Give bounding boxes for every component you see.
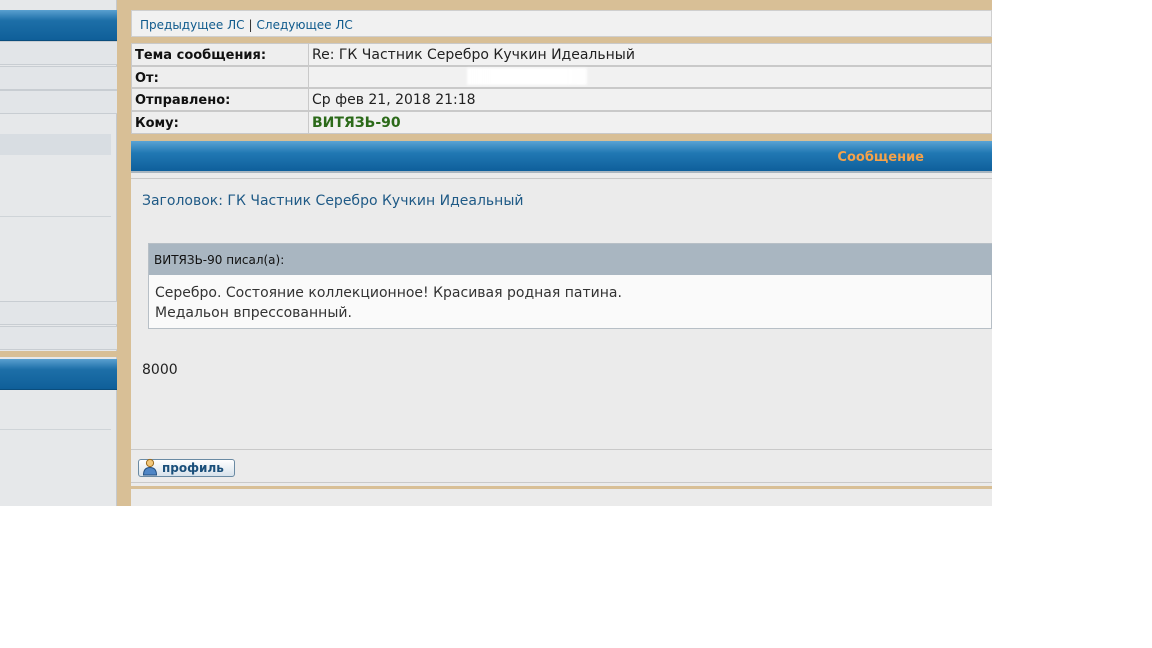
forum-frame: Предыдущее ЛС | Следующее ЛС Тема сообщени… — [0, 0, 992, 506]
sidebar-item-selected[interactable] — [0, 134, 111, 155]
profile-button[interactable]: профиль — [138, 458, 235, 477]
message-subject: Заголовок: ГК Частник Серебро Кучкин Иде… — [142, 193, 524, 209]
prev-pm-link[interactable]: Предыдущее ЛС — [140, 18, 244, 32]
sent-value: Ср фев 21, 2018 21:18 — [309, 88, 992, 111]
from-row: От: — [131, 66, 992, 89]
quote-author: ВИТЯЗЬ-90 писал(а): — [154, 253, 285, 267]
sidebar-item[interactable] — [0, 301, 117, 325]
sidebar-item[interactable] — [0, 326, 117, 350]
sidebar-header — [0, 10, 117, 41]
redacted-sender — [467, 68, 587, 85]
profile-button-label: профиль — [162, 461, 224, 475]
quote-block: ВИТЯЗЬ-90 писал(а): Серебро. Состояние к… — [148, 243, 992, 329]
sent-row: Отправлено: Ср фев 21, 2018 21:18 — [131, 88, 992, 111]
quote-text: Серебро. Состояние коллекционное! Красив… — [155, 283, 622, 323]
sidebar — [0, 0, 117, 506]
divider-strip — [131, 134, 992, 141]
quote-line: Серебро. Состояние коллекционное! Красив… — [155, 285, 622, 301]
quote-header: ВИТЯЗЬ-90 писал(а): — [149, 244, 992, 275]
message-text: 8000 — [142, 362, 178, 378]
to-row: Кому: ВИТЯЗЬ-90 — [131, 111, 992, 134]
subject-row: Тема сообщения: Re: ГК Частник Серебро К… — [131, 43, 992, 66]
pm-navigation: Предыдущее ЛС | Следующее ЛС — [131, 10, 992, 37]
quote-line: Медальон впрессованный. — [155, 305, 352, 321]
next-message-edge — [131, 486, 992, 506]
user-icon — [142, 458, 158, 476]
recipient-link[interactable]: ВИТЯЗЬ-90 — [309, 111, 992, 134]
from-value — [309, 66, 992, 88]
message-footer: профиль — [131, 449, 992, 483]
message-bar-title: Сообщение — [837, 150, 924, 165]
message-body: Заголовок: ГК Частник Серебро Кучкин Иде… — [131, 178, 992, 449]
sidebar-divider — [0, 216, 111, 217]
nav-separator: | — [248, 18, 253, 32]
message-panel: Предыдущее ЛС | Следующее ЛС Тема сообщени… — [131, 10, 992, 506]
subject-value: Re: ГК Частник Серебро Кучкин Идеальный — [309, 43, 992, 66]
sidebar-panel-top — [0, 0, 117, 351]
sidebar-item[interactable] — [0, 41, 117, 65]
sidebar-panel-bottom — [0, 357, 117, 506]
sidebar-item[interactable] — [0, 90, 117, 114]
message-title-bar: Сообщение — [131, 141, 992, 173]
sidebar-item[interactable] — [0, 66, 117, 90]
from-label: От: — [131, 66, 309, 88]
sidebar-header — [0, 359, 117, 390]
subject-label: Тема сообщения: — [131, 43, 309, 66]
to-label: Кому: — [131, 111, 309, 134]
sent-label: Отправлено: — [131, 88, 309, 111]
sidebar-divider — [0, 429, 111, 430]
next-pm-link[interactable]: Следующее ЛС — [257, 18, 353, 32]
